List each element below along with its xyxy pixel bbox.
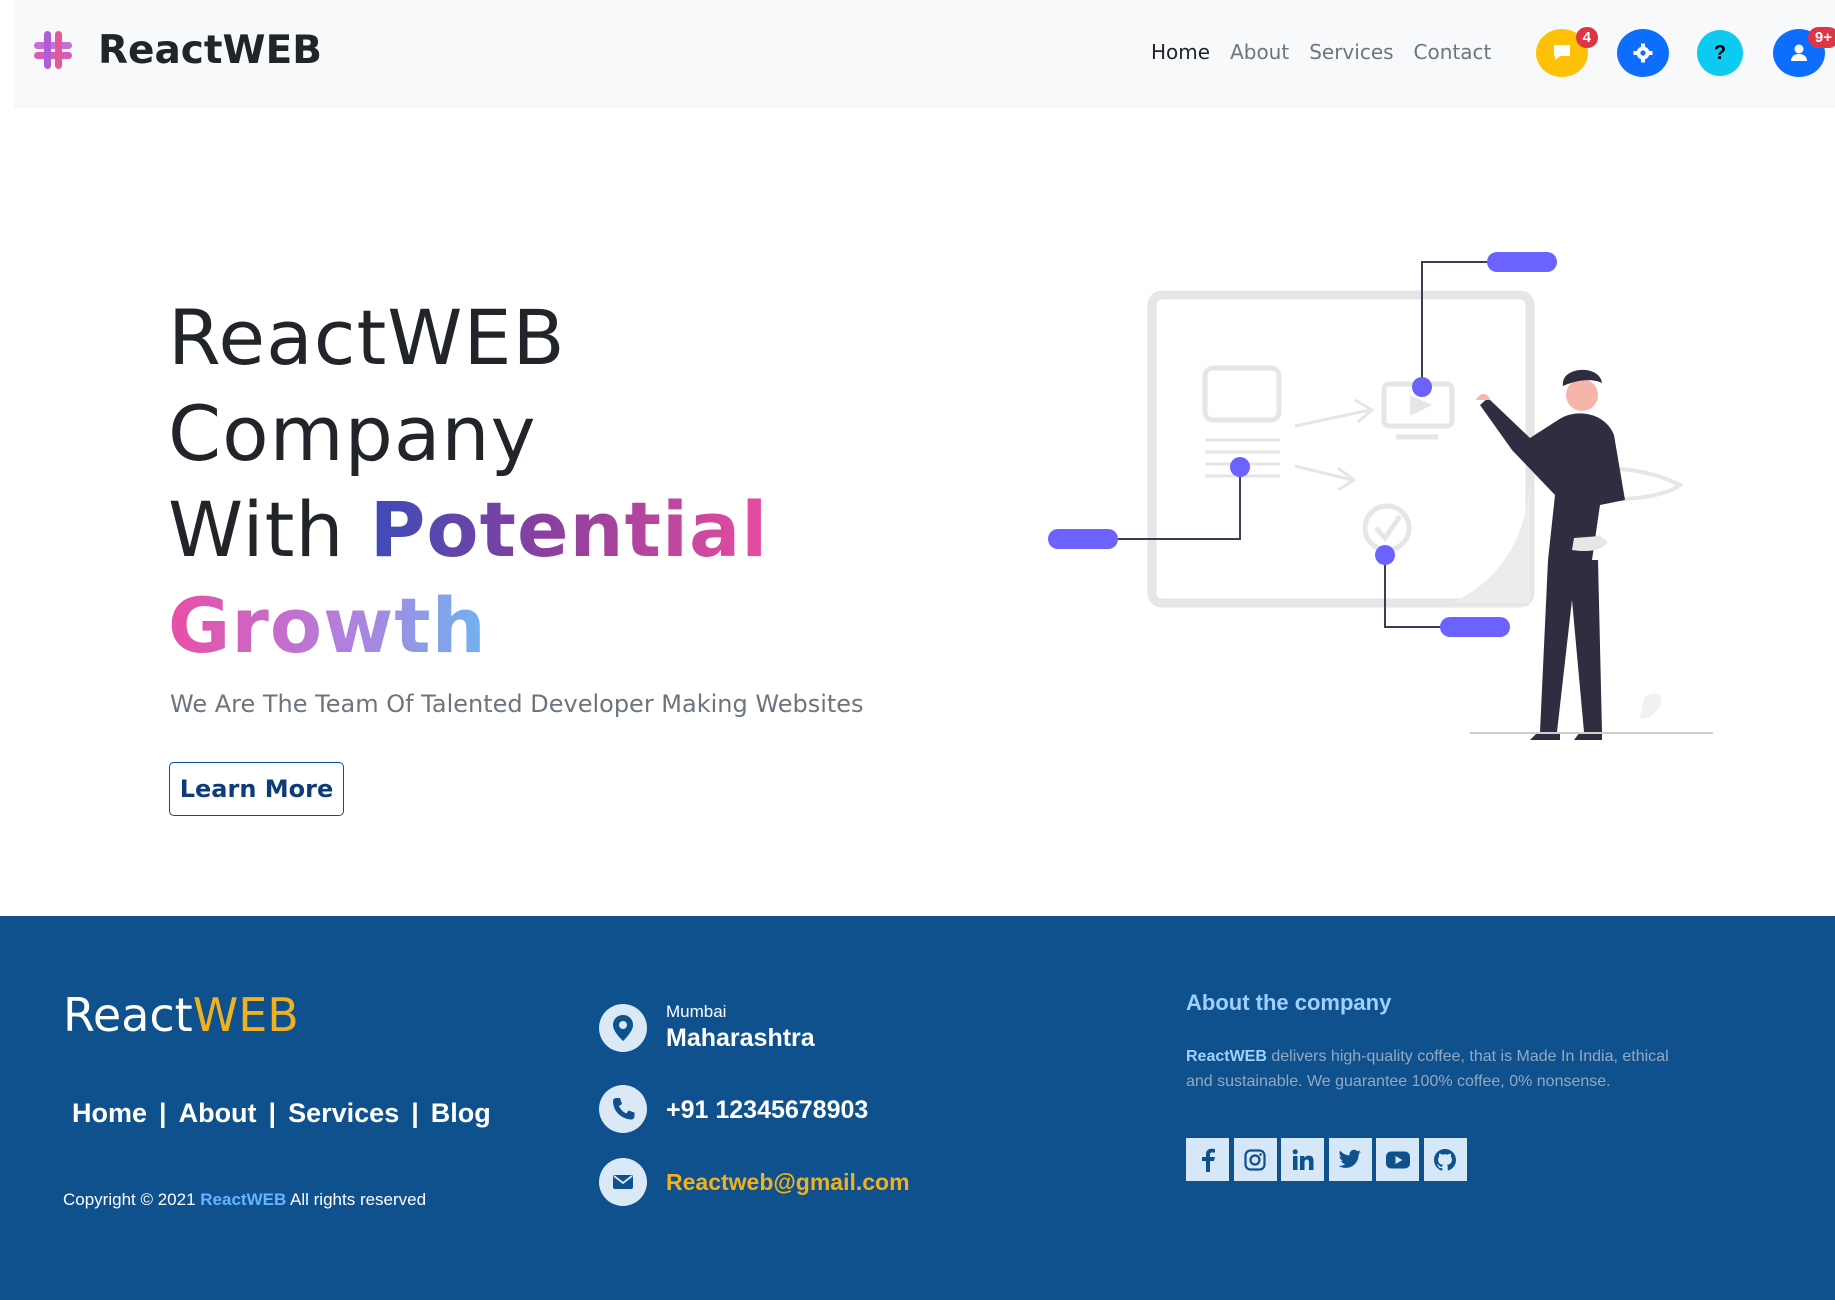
copyright: Copyright © 2021 ReactWEB All rights res…	[63, 1190, 426, 1210]
question-icon: ?	[1713, 41, 1727, 64]
contact-state: Maharashtra	[666, 1024, 815, 1052]
footer-nav-separator: |	[159, 1098, 167, 1128]
twitter-button[interactable]	[1328, 1138, 1372, 1181]
envelope-icon	[599, 1158, 647, 1206]
phone-icon	[599, 1085, 647, 1133]
footer-link-blog[interactable]: Blog	[431, 1098, 491, 1129]
linkedin-icon	[1292, 1148, 1313, 1170]
nav-links: Home About Services Contact	[1151, 40, 1511, 64]
nav-link-about[interactable]: About	[1230, 40, 1289, 64]
facebook-button[interactable]	[1186, 1138, 1229, 1181]
footer-nav-separator: |	[411, 1098, 419, 1128]
contact-email-address[interactable]: Reactweb@gmail.com	[666, 1169, 910, 1196]
chat-bubble-icon	[1554, 45, 1570, 60]
copyright-prefix: Copyright © 2021	[63, 1190, 201, 1209]
brand[interactable]: ReactWEB	[30, 27, 322, 73]
messages-button[interactable]: 4	[1536, 27, 1598, 77]
hero-illustration	[1048, 252, 1713, 740]
footer-link-services[interactable]: Services	[288, 1098, 399, 1129]
copyright-suffix: All rights reserved	[286, 1190, 427, 1209]
navbar: ReactWEB Home About Services Contact 4 ?…	[14, 0, 1835, 108]
hero-title: ReactWEB Company With Potential Growth	[168, 290, 768, 674]
hero-line-3: With	[168, 485, 370, 574]
contact-phone-number[interactable]: +91 12345678903	[666, 1096, 868, 1125]
github-icon	[1434, 1148, 1456, 1171]
footer-logo-react: React	[63, 988, 193, 1042]
social-links	[1186, 1138, 1471, 1181]
footer-nav: Home | About | Services | Blog	[72, 1098, 491, 1129]
nav-link-services[interactable]: Services	[1309, 40, 1393, 64]
footer-logo[interactable]: ReactWEB	[63, 988, 299, 1042]
copyright-brand[interactable]: ReactWEB	[200, 1190, 286, 1209]
nav-link-contact[interactable]: Contact	[1414, 40, 1492, 64]
linkedin-button[interactable]	[1281, 1138, 1324, 1181]
gear-icon	[1633, 43, 1653, 63]
messages-badge: 4	[1575, 27, 1598, 48]
footer-link-home[interactable]: Home	[72, 1098, 147, 1129]
footer-nav-separator: |	[268, 1098, 277, 1128]
contact-email: Reactweb@gmail.com	[599, 1158, 910, 1206]
profile-button[interactable]: 9+	[1773, 27, 1835, 77]
hero-highlight-growth: Growth	[168, 581, 487, 670]
about-brand: ReactWEB	[1186, 1048, 1267, 1065]
user-icon	[1791, 44, 1807, 61]
contact-location: Mumbai Maharashtra	[599, 1002, 815, 1053]
youtube-button[interactable]	[1376, 1138, 1419, 1181]
github-button[interactable]	[1423, 1138, 1467, 1181]
facebook-icon	[1201, 1148, 1215, 1172]
nav-link-home[interactable]: Home	[1151, 40, 1210, 64]
hero-subtitle: We Are The Team Of Talented Developer Ma…	[170, 690, 864, 718]
contact-phone: +91 12345678903	[599, 1085, 868, 1133]
about-heading: About the company	[1186, 990, 1392, 1015]
contact-city: Mumbai	[666, 1002, 727, 1021]
hero-line-1: ReactWEB	[168, 293, 566, 382]
footer-logo-web: WEB	[192, 988, 299, 1042]
footer: ReactWEB Home | About | Services | Blog …	[0, 916, 1835, 1300]
instagram-button[interactable]	[1233, 1138, 1277, 1181]
help-button[interactable]: ?	[1697, 30, 1743, 76]
map-pin-icon	[599, 1003, 647, 1052]
learn-more-button[interactable]: Learn More	[169, 762, 344, 816]
footer-link-about[interactable]: About	[179, 1098, 257, 1129]
brand-name: ReactWEB	[98, 27, 322, 73]
about-text: ReactWEB delivers high-quality coffee, t…	[1186, 1044, 1696, 1094]
settings-button[interactable]	[1617, 29, 1669, 77]
twitter-icon	[1338, 1149, 1361, 1168]
slack-logo-icon	[34, 31, 72, 69]
youtube-icon	[1385, 1151, 1410, 1168]
instagram-icon	[1244, 1148, 1266, 1171]
hero-line-2: Company	[168, 389, 537, 478]
hero-highlight-potential: Potential	[369, 485, 769, 574]
profile-badge: 9+	[1807, 27, 1835, 48]
